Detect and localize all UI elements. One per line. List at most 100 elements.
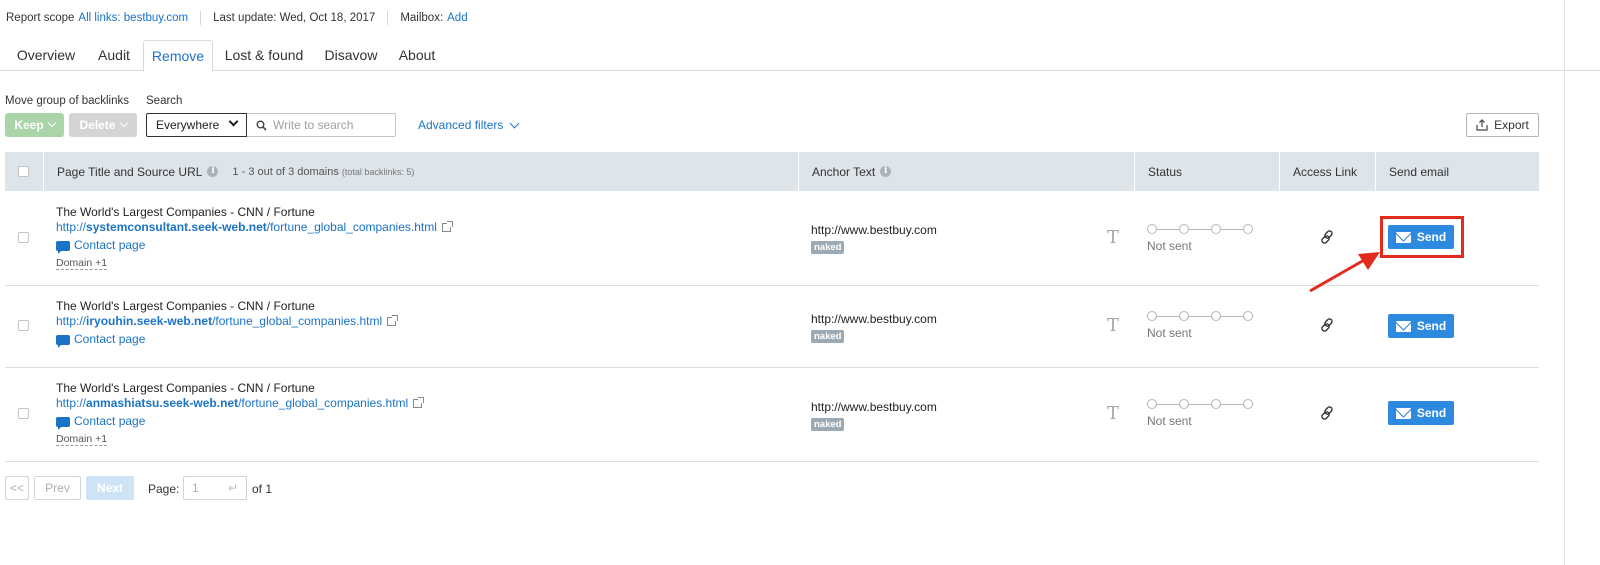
scope-link[interactable]: All links: bestbuy.com <box>78 12 188 24</box>
column-divider <box>1375 152 1376 191</box>
column-send-email: Send email <box>1389 164 1450 179</box>
domain-more-toggle[interactable]: Domain +1 <box>56 433 108 446</box>
anchor-text: http://www.bestbuy.com <box>811 312 937 326</box>
column-status: Status <box>1148 164 1183 179</box>
contact-page-link[interactable]: Contact page <box>56 414 422 430</box>
column-access-link: Access Link <box>1293 164 1358 179</box>
send-email-button[interactable]: Send <box>1388 314 1454 338</box>
anchor-cell: http://www.bestbuy.com naked <box>811 400 937 431</box>
tab-overview[interactable]: Overview <box>6 40 86 71</box>
first-page-button[interactable]: << <box>5 476 29 500</box>
status-progress-icon <box>1147 224 1253 234</box>
page-number-input[interactable]: 1 ↵ <box>183 476 247 500</box>
search-icon <box>256 120 267 131</box>
tab-lost-found[interactable]: Lost & found <box>216 40 312 71</box>
export-button[interactable]: Export <box>1466 113 1539 137</box>
source-url-link[interactable]: http://anmashiatsu.seek-web.net/fortune_… <box>56 396 425 411</box>
column-source[interactable]: Page Title and Source URL i 1 - 3 out of… <box>57 152 414 191</box>
text-type-icon: T <box>1107 315 1120 336</box>
send-label: Send <box>1416 406 1447 420</box>
tab-about[interactable]: About <box>390 40 444 71</box>
report-scope-bar: Report scope All links: bestbuy.com Last… <box>6 10 468 26</box>
total-backlinks-note: (total backlinks: 5) <box>341 166 415 177</box>
anchor-type-badge: naked <box>811 330 845 343</box>
divider <box>200 11 202 25</box>
external-link-icon[interactable] <box>413 397 425 408</box>
anchor-type-badge: naked <box>811 241 845 254</box>
select-all-checkbox[interactable] <box>18 166 29 177</box>
source-cell: The World's Largest Companies - CNN / Fo… <box>56 381 425 446</box>
tab-bar: Overview Audit Remove Lost & found Disav… <box>0 40 1600 72</box>
chevron-down-icon <box>509 118 520 128</box>
tab-disavow[interactable]: Disavow <box>316 40 386 71</box>
move-group-label: Move group of backlinks <box>5 95 130 107</box>
prev-page-button[interactable]: Prev <box>34 476 81 500</box>
info-icon[interactable]: i <box>207 166 219 177</box>
annotation-arrow-icon <box>1309 252 1380 293</box>
text-type-icon: T <box>1107 403 1120 424</box>
mailbox-add-link[interactable]: Add <box>447 12 467 24</box>
search-box[interactable] <box>247 113 396 137</box>
table-header: Page Title and Source URL i 1 - 3 out of… <box>5 152 1539 191</box>
page-title: The World's Largest Companies - CNN / Fo… <box>56 205 315 219</box>
status-text: Not sent <box>1147 239 1192 253</box>
tab-audit[interactable]: Audit <box>88 40 140 71</box>
result-count: 1 - 3 out of 3 domains (total backlinks:… <box>232 165 415 178</box>
source-url-link[interactable]: http://systemconsultant.seek-web.net/for… <box>56 220 453 235</box>
keep-button[interactable]: Keep <box>5 113 64 137</box>
anchor-cell: http://www.bestbuy.com naked <box>811 223 937 254</box>
column-divider <box>43 152 44 191</box>
column-anchor-label: Anchor Text <box>812 164 876 179</box>
tab-remove[interactable]: Remove <box>143 40 213 72</box>
envelope-icon <box>1395 320 1411 332</box>
chevron-down-icon <box>119 118 128 128</box>
page-total: of 1 <box>252 482 273 496</box>
column-divider <box>1279 152 1280 191</box>
anchor-type-badge: naked <box>811 418 845 431</box>
status-progress-icon <box>1147 311 1253 321</box>
row-checkbox[interactable] <box>18 408 29 419</box>
chain-link-icon[interactable] <box>1319 405 1335 421</box>
enter-icon: ↵ <box>227 481 238 495</box>
chevron-down-icon <box>228 116 239 127</box>
info-icon[interactable]: i <box>880 166 892 177</box>
chat-bubble-icon <box>56 416 70 430</box>
column-divider <box>1134 152 1135 191</box>
row-checkbox[interactable] <box>18 232 29 243</box>
advanced-filters-label: Advanced filters <box>418 118 504 132</box>
send-email-button[interactable]: Send <box>1388 401 1454 425</box>
envelope-icon <box>1395 407 1411 419</box>
status-text: Not sent <box>1147 414 1192 428</box>
advanced-filters-toggle[interactable]: Advanced filters <box>418 118 520 132</box>
column-source-label: Page Title and Source URL <box>57 164 203 179</box>
anchor-cell: http://www.bestbuy.com naked <box>811 312 937 343</box>
last-update: Last update: Wed, Oct 18, 2017 <box>213 12 376 24</box>
row-divider <box>5 461 1539 462</box>
mailbox-label: Mailbox: <box>400 12 444 24</box>
chain-link-icon[interactable] <box>1319 229 1335 245</box>
column-anchor[interactable]: Anchor Text i <box>812 152 892 191</box>
status-cell: Not sent <box>1147 399 1253 428</box>
chain-link-icon[interactable] <box>1319 317 1335 333</box>
search-input[interactable] <box>273 118 383 132</box>
external-link-icon[interactable] <box>441 221 453 232</box>
delete-button[interactable]: Delete <box>69 113 137 137</box>
search-label: Search <box>146 95 183 107</box>
export-icon <box>1476 119 1488 131</box>
keep-label: Keep <box>14 118 44 132</box>
contact-page-link[interactable]: Contact page <box>56 332 396 348</box>
text-type-icon: T <box>1107 227 1120 248</box>
send-label: Send <box>1416 319 1447 333</box>
row-checkbox[interactable] <box>18 320 29 331</box>
contact-page-link[interactable]: Contact page <box>56 238 451 254</box>
chat-bubble-icon <box>56 334 70 348</box>
status-cell: Not sent <box>1147 311 1253 340</box>
domain-more-toggle[interactable]: Domain +1 <box>56 257 108 270</box>
external-link-icon[interactable] <box>387 315 399 326</box>
scrollbar-track[interactable] <box>1564 0 1565 565</box>
search-scope-select[interactable]: Everywhere <box>146 113 247 137</box>
next-page-button[interactable]: Next <box>86 476 134 500</box>
source-url-link[interactable]: http://iryouhin.seek-web.net/fortune_glo… <box>56 314 399 329</box>
row-divider <box>5 367 1539 368</box>
anchor-text: http://www.bestbuy.com <box>811 223 937 237</box>
